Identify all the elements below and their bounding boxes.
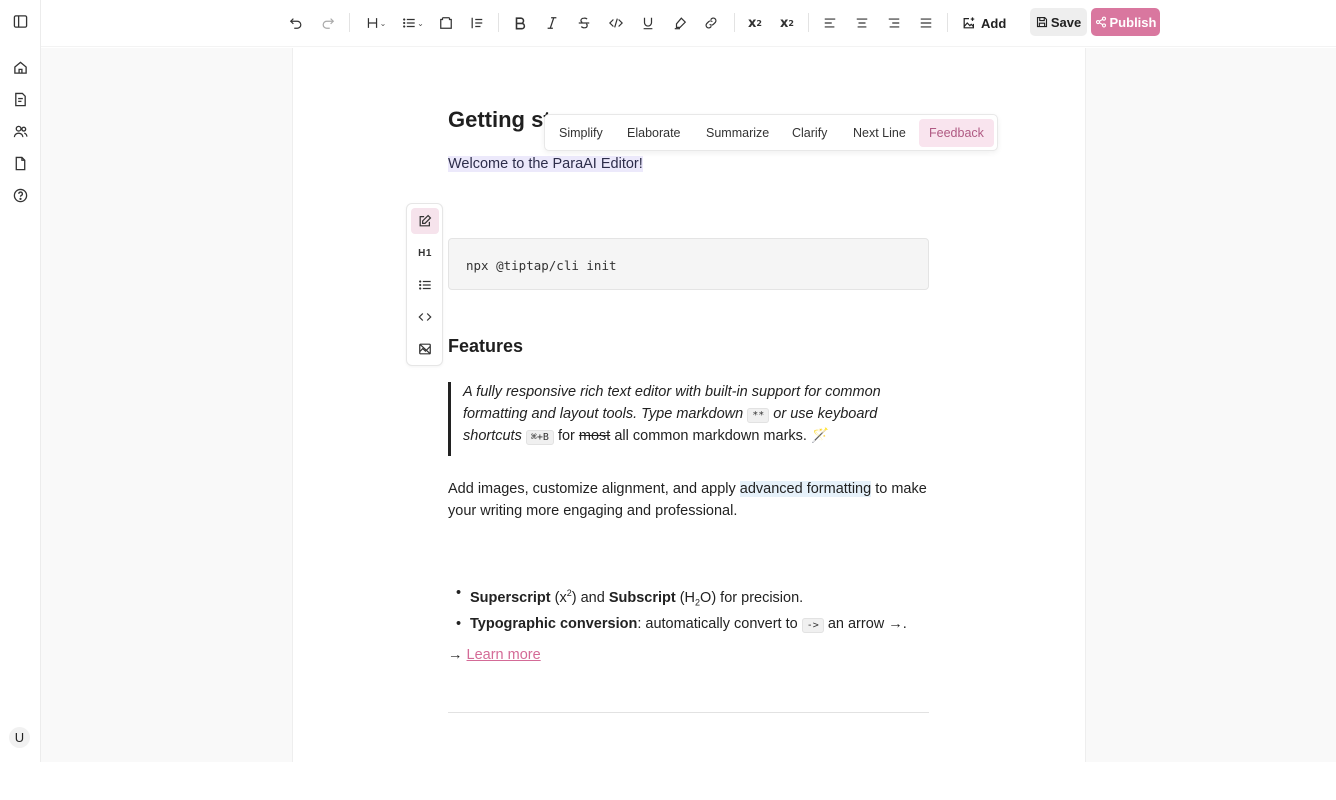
subscript-base: x — [780, 15, 789, 31]
quote-text: for — [553, 428, 579, 444]
blockquote[interactable]: A fully responsive rich text editor with… — [448, 382, 932, 456]
list-text: (x — [550, 589, 567, 606]
ai-clarify-button[interactable]: Clarify — [782, 119, 837, 147]
align-center-icon[interactable] — [854, 12, 870, 34]
ai-simplify-button[interactable]: Simplify — [549, 119, 613, 147]
superscript-base: x — [748, 15, 757, 31]
block-icon[interactable] — [438, 12, 454, 34]
subscript-mark: 2 — [788, 18, 794, 28]
image-plus-icon — [963, 17, 975, 29]
block-tool-palette: H1 — [406, 203, 443, 366]
quote-text: all common markdown marks. 🪄 — [610, 428, 830, 444]
list-text: (H — [675, 589, 696, 606]
sidebar-toggle-icon[interactable] — [10, 11, 30, 31]
inline-code: ** — [747, 407, 770, 423]
list-item[interactable]: Typographic conversion: automatically co… — [456, 614, 936, 637]
list-text: : automatically convert to — [637, 616, 802, 633]
left-rail: U — [0, 0, 41, 762]
code-block[interactable]: npx @tiptap/cli init — [448, 238, 929, 290]
highlighted-text: advanced formatting — [739, 481, 872, 497]
underline-icon[interactable] — [640, 12, 656, 34]
bold-text: Superscript — [470, 589, 551, 606]
chevron-down-icon: ⌄ — [379, 18, 387, 28]
save-label: Save — [1050, 14, 1082, 30]
redo-icon[interactable] — [320, 12, 336, 34]
welcome-text[interactable]: Welcome to the ParaAI Editor! — [448, 156, 929, 172]
subscript-icon[interactable]: x2 — [778, 12, 796, 34]
ai-action-menu: Simplify Elaborate Summarize Clarify Nex… — [544, 114, 998, 151]
list-item[interactable]: Superscript (x2) and Subscript (H2O) for… — [456, 583, 936, 614]
list-text: ) and — [571, 589, 609, 606]
undo-icon[interactable] — [288, 12, 304, 34]
horizontal-rule — [448, 712, 929, 713]
publish-label: Publish — [1109, 14, 1157, 30]
document-icon[interactable] — [10, 153, 30, 173]
learn-more-line: → Learn more — [448, 647, 929, 663]
image-off-icon[interactable] — [411, 336, 439, 362]
arrow-text: → — [448, 647, 467, 663]
paragraph-text: Add images, customize alignment, and app… — [448, 481, 740, 497]
avatar[interactable]: U — [9, 727, 30, 748]
ai-elaborate-button[interactable]: Elaborate — [617, 119, 691, 147]
publish-button[interactable]: Publish — [1091, 8, 1160, 36]
heading-button-label: H1 — [418, 247, 432, 259]
inline-code: -> — [801, 618, 824, 634]
ai-summarize-button[interactable]: Summarize — [696, 119, 779, 147]
list-text: an arrow →. — [823, 616, 907, 633]
ai-feedback-button[interactable]: Feedback — [919, 119, 994, 147]
toolbar-divider — [734, 13, 735, 32]
link-icon[interactable] — [703, 12, 719, 34]
code-block-icon[interactable] — [411, 304, 439, 330]
highlighter-icon[interactable] — [672, 12, 688, 34]
share-icon — [1095, 16, 1106, 28]
toolbar-divider — [947, 13, 948, 32]
heading-dropdown[interactable]: ⌄ — [364, 12, 388, 34]
code-icon[interactable] — [608, 12, 624, 34]
list-icon[interactable] — [411, 272, 439, 298]
align-right-icon[interactable] — [886, 12, 902, 34]
italic-icon[interactable] — [544, 12, 560, 34]
superscript-icon[interactable]: x2 — [746, 12, 764, 34]
bold-icon[interactable] — [512, 12, 528, 34]
toolbar-divider — [349, 13, 350, 32]
paragraph[interactable]: Add images, customize alignment, and app… — [448, 478, 929, 522]
ai-next-line-button[interactable]: Next Line — [843, 119, 916, 147]
users-icon[interactable] — [10, 121, 30, 141]
features-heading[interactable]: Features — [448, 336, 929, 357]
save-icon — [1036, 16, 1047, 28]
edit-icon[interactable] — [411, 208, 439, 234]
bullet-list[interactable]: Superscript (x2) and Subscript (H2O) for… — [456, 583, 936, 637]
drafts-icon[interactable] — [10, 89, 30, 109]
strikethrough-text: most — [578, 428, 611, 444]
save-button[interactable]: Save — [1030, 8, 1087, 36]
chevron-down-icon: ⌄ — [417, 18, 424, 28]
align-left-icon[interactable] — [822, 12, 838, 34]
bold-text: Typographic conversion — [470, 616, 638, 633]
blockquote-icon[interactable] — [469, 12, 485, 34]
home-icon[interactable] — [10, 57, 30, 77]
learn-more-link[interactable]: Learn more — [467, 647, 541, 663]
superscript-mark: 2 — [756, 18, 762, 28]
align-justify-icon[interactable] — [918, 12, 934, 34]
bold-text: Subscript — [608, 589, 676, 606]
heading-button[interactable]: H1 — [411, 240, 439, 266]
add-label: Add — [981, 15, 1007, 31]
inline-code: ⌘+B — [525, 430, 554, 445]
add-image-button[interactable]: Add — [962, 11, 1006, 35]
toolbar-divider — [808, 13, 809, 32]
toolbar-divider — [498, 13, 499, 32]
strikethrough-icon[interactable] — [576, 12, 592, 34]
list-dropdown[interactable]: ⌄ — [400, 12, 426, 34]
help-icon[interactable] — [10, 185, 30, 205]
selected-text[interactable]: Welcome to the ParaAI Editor! — [448, 156, 643, 172]
list-text: O) for precision. — [700, 589, 804, 606]
